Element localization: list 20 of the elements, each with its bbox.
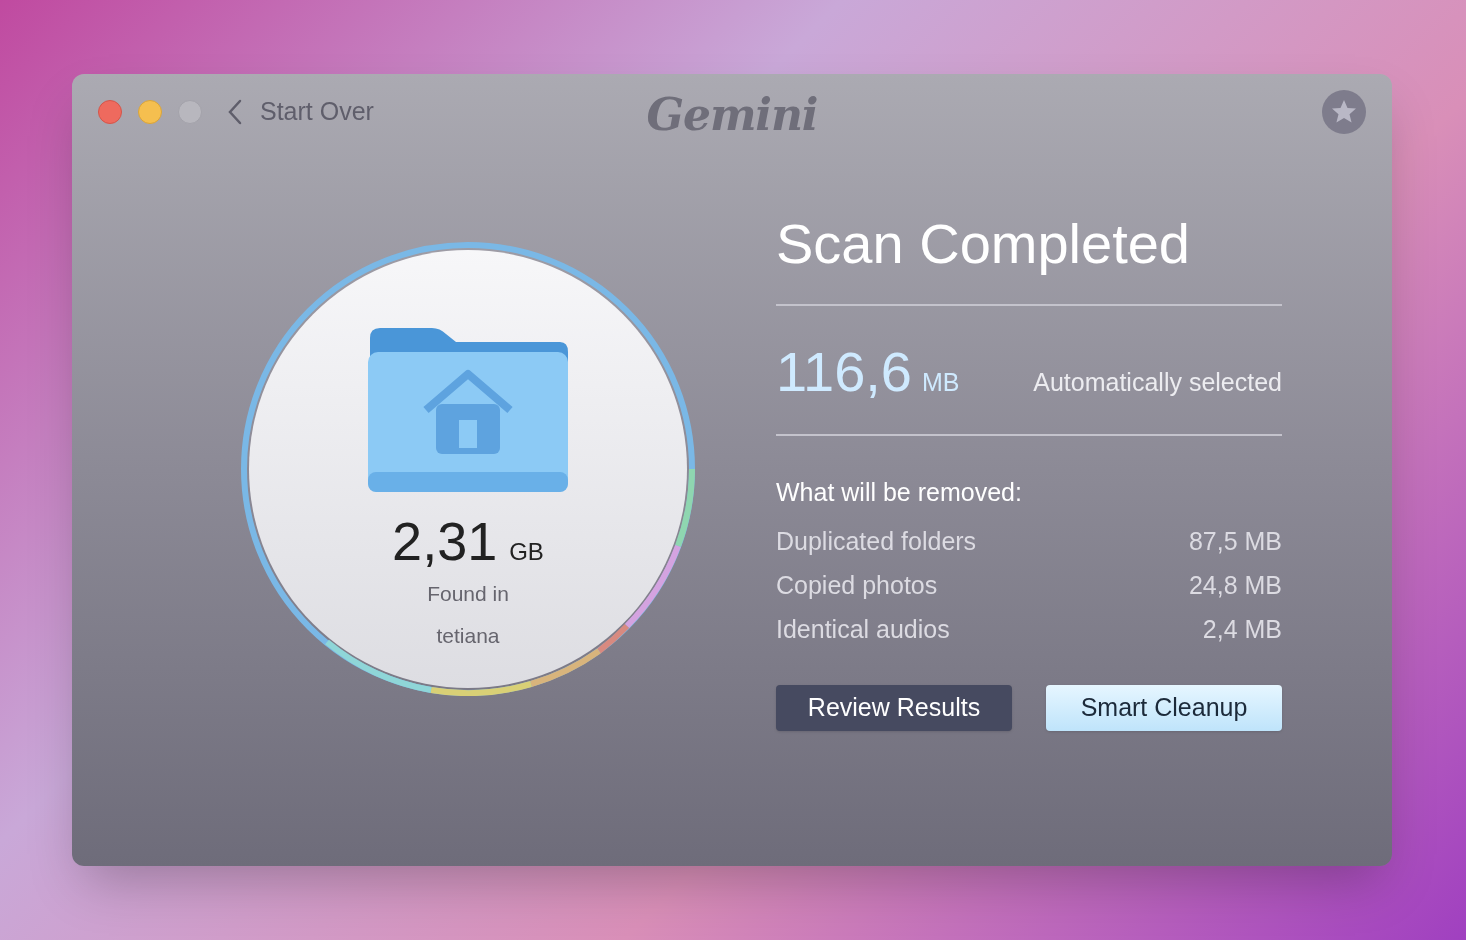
app-logo: Gemini <box>646 88 818 142</box>
minimize-button[interactable] <box>138 100 162 124</box>
chevron-left-icon <box>228 99 242 125</box>
folder-name: tetiana <box>436 622 500 649</box>
total-size-unit: GB <box>509 537 544 567</box>
category-label: Duplicated folders <box>776 526 977 557</box>
selected-size: 116,6 <box>776 344 912 400</box>
found-in-label: Found in <box>427 581 509 607</box>
review-results-button[interactable]: Review Results <box>776 685 1012 731</box>
smart-cleanup-button[interactable]: Smart Cleanup <box>1046 685 1282 731</box>
total-size: 2,31 <box>392 514 498 568</box>
category-size: 24,8 MB <box>1188 570 1282 601</box>
category-size: 87,5 MB <box>1188 526 1282 557</box>
category-label: Identical audios <box>776 614 950 645</box>
category-label: Copied photos <box>776 570 938 601</box>
close-button[interactable] <box>98 100 122 124</box>
auto-selected-label: Automatically selected <box>1033 367 1282 398</box>
category-size: 2,4 MB <box>1202 614 1282 645</box>
selected-size-unit: MB <box>922 367 960 398</box>
removed-heading: What will be removed: <box>776 476 1023 508</box>
